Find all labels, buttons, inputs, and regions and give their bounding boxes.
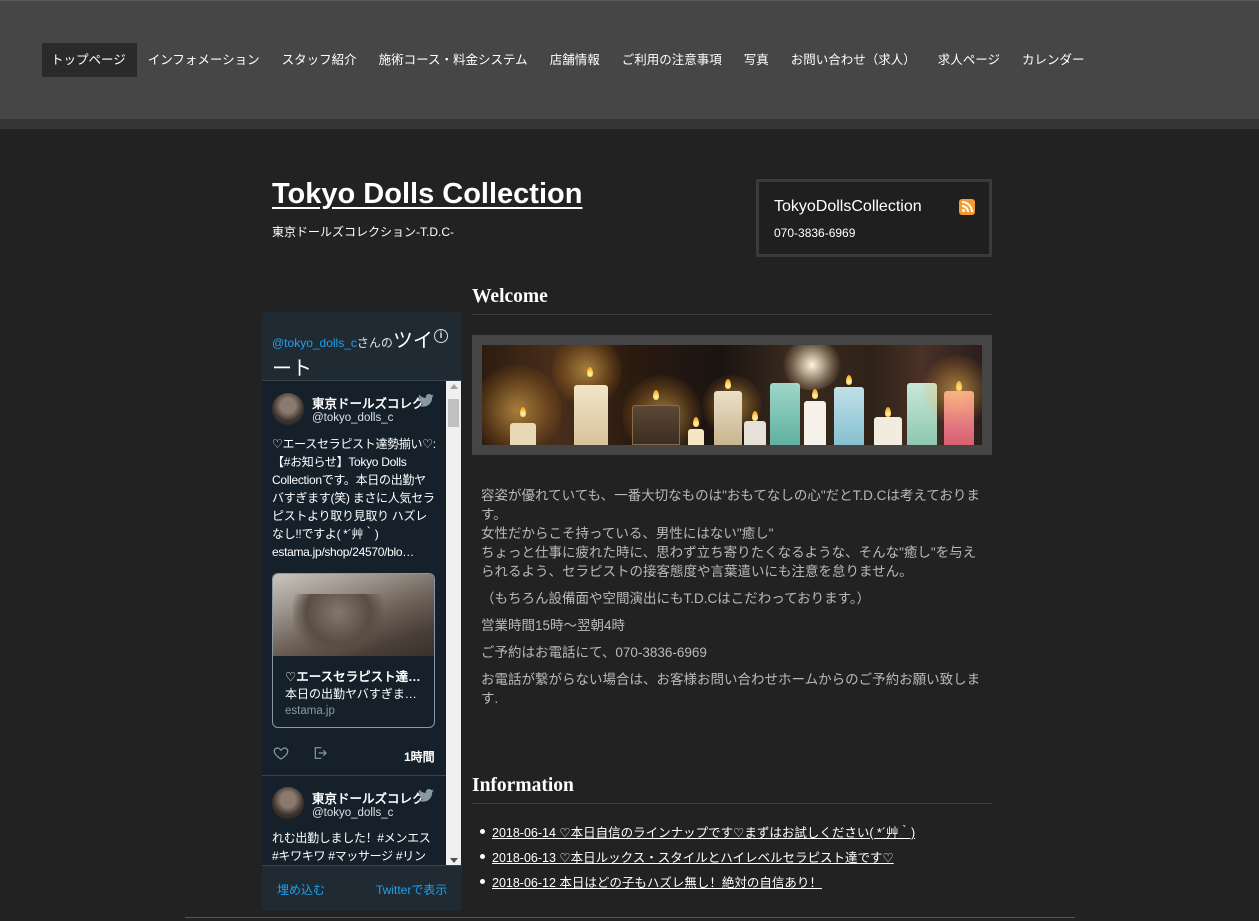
- reservation-phone: ご予約はお電話にて、070-3836-6969: [481, 645, 707, 660]
- nav-item-staff[interactable]: スタッフ紹介: [273, 43, 368, 77]
- info-icon[interactable]: i: [434, 329, 448, 343]
- twitter-heading-part1: ツイ: [392, 330, 433, 352]
- card-description: 本日の出勤ヤバすぎま…: [285, 687, 417, 701]
- tweet-divider: [262, 775, 446, 776]
- nav-item-contact[interactable]: お問い合わせ（求人）: [782, 43, 927, 77]
- tweet-timestamp[interactable]: 1時間: [404, 748, 435, 765]
- twitter-timeline-body[interactable]: 東京ドールズコレク @tokyo_dolls_c ♡エースセラピスト達勢揃い♡:…: [262, 380, 462, 865]
- nav-item-top[interactable]: トップページ: [42, 43, 137, 77]
- information-link[interactable]: 2018-06-12 本日はどの子もハズレ無し！絶対の自信あり！: [492, 876, 822, 890]
- list-item: 2018-06-13 ♡本日ルックス・スタイルとハイレベルセラピスト達です♡: [479, 847, 915, 872]
- contact-box: TokyoDollsCollection 070-3836-6969: [756, 179, 992, 257]
- twitter-handle-suffix: さんの: [356, 336, 393, 350]
- tweet-link-card[interactable]: ♡エースセラピスト達… 本日の出勤ヤバすぎま… estama.jp: [272, 573, 435, 728]
- nav-item-shop-info[interactable]: 店舗情報: [541, 43, 611, 77]
- tweet-author-name[interactable]: 東京ドールズコレク: [312, 788, 422, 807]
- topbar-shadow: [0, 119, 1259, 129]
- twitter-widget-header: @tokyo_dolls_cさんのツイート i: [262, 312, 462, 380]
- twitter-bird-icon: [418, 789, 434, 802]
- main-nav: トップページ インフォメーション スタッフ紹介 施術コース・料金システム 店舗情…: [42, 43, 1098, 77]
- twitter-widget-footer: 埋め込む Twitterで表示: [262, 865, 462, 911]
- nav-item-information[interactable]: インフォメーション: [139, 43, 271, 77]
- card-domain: estama.jp: [285, 705, 335, 717]
- business-hours: 営業時間15時～翌朝4時: [481, 618, 626, 633]
- heart-icon[interactable]: [273, 745, 289, 761]
- twitter-widget-title: @tokyo_dolls_cさんのツイート: [272, 328, 437, 384]
- nav-item-notes[interactable]: ご利用の注意事項: [613, 43, 733, 77]
- nav-item-courses[interactable]: 施術コース・料金システム: [370, 43, 539, 77]
- twitter-timeline-widget: @tokyo_dolls_cさんのツイ ート i 東京ドールズコレク @tokyo…: [262, 312, 462, 911]
- avatar[interactable]: [272, 393, 304, 425]
- twitter-scrollbar[interactable]: [446, 381, 461, 865]
- avatar[interactable]: [272, 787, 304, 819]
- top-navigation-bar: トップページ インフォメーション スタッフ紹介 施術コース・料金システム 店舗情…: [0, 0, 1259, 119]
- nav-item-photos[interactable]: 写真: [735, 43, 780, 77]
- welcome-paragraph-1: 容姿が優れていても、一番大切なものは"おもてなしの心"だとT.D.Cは考えており…: [481, 488, 980, 522]
- information-link[interactable]: 2018-06-14 ♡本日自信のラインナップです♡まずはお試しください( *´…: [492, 826, 915, 840]
- tweet-author-handle[interactable]: @tokyo_dolls_c: [312, 807, 393, 819]
- tweet-author-handle[interactable]: @tokyo_dolls_c: [312, 412, 393, 424]
- twitter-heading-part2: ート: [272, 358, 312, 380]
- embed-link[interactable]: 埋め込む: [277, 881, 325, 898]
- welcome-paragraph-7: お電話が繋がらない場合は、お客様お問い合わせホームからのご予約お願い致します.: [481, 672, 981, 706]
- banner-frame: [472, 335, 992, 455]
- site-title-link[interactable]: Tokyo Dolls Collection: [272, 178, 582, 211]
- scroll-down-arrow-icon[interactable]: [450, 858, 458, 863]
- information-list: 2018-06-14 ♡本日自信のラインナップです♡まずはお試しください( *´…: [479, 822, 915, 897]
- view-on-twitter-link[interactable]: Twitterで表示: [376, 881, 447, 898]
- information-link[interactable]: 2018-06-13 ♡本日ルックス・スタイルとハイレベルセラピスト達です♡: [492, 851, 894, 865]
- contact-phone: 070-3836-6969: [774, 226, 856, 240]
- welcome-paragraph-4: （もちろん設備面や空間演出にもT.D.Cはこだわっております。）: [481, 591, 871, 606]
- nav-item-recruit[interactable]: 求人ページ: [929, 43, 1011, 77]
- footer-divider: [185, 917, 1075, 921]
- contact-name: TokyoDollsCollection: [774, 198, 922, 215]
- tweet-text: れむ出勤しました！#メンエス #キワキワ #マッサージ #リン: [272, 831, 431, 863]
- candles-banner-image: [482, 345, 982, 445]
- list-item: 2018-06-14 ♡本日自信のラインナップです♡まずはお試しください( *´…: [479, 822, 915, 847]
- information-heading: Information: [472, 775, 574, 796]
- scroll-up-arrow-icon[interactable]: [450, 384, 458, 389]
- welcome-paragraph-3: ちょっと仕事に疲れた時に、思わず立ち寄りたくなるような、そんな"癒し"を与えられ…: [481, 545, 977, 579]
- tweet-author-name[interactable]: 東京ドールズコレク: [312, 393, 422, 412]
- welcome-paragraph-2: 女性だからこそ持っている、男性にはない"癒し": [481, 526, 774, 541]
- list-item: 2018-06-12 本日はどの子もハズレ無し！絶対の自信あり！: [479, 872, 915, 897]
- welcome-heading: Welcome: [472, 286, 548, 307]
- nav-item-calendar[interactable]: カレンダー: [1013, 43, 1096, 77]
- card-title: ♡エースセラピスト達…: [285, 670, 421, 684]
- twitter-handle-link[interactable]: @tokyo_dolls_c: [272, 336, 357, 350]
- scrollbar-thumb[interactable]: [448, 399, 459, 427]
- twitter-bird-icon: [418, 394, 434, 407]
- share-icon[interactable]: [312, 745, 328, 761]
- tweet-link[interactable]: estama.jp/shop/24570/blo…: [272, 545, 414, 559]
- welcome-divider: [472, 314, 992, 315]
- card-image: [273, 574, 434, 656]
- rss-icon[interactable]: [959, 199, 975, 215]
- information-divider: [472, 803, 992, 804]
- tweet-text: ♡エースセラピスト達勢揃い♡: 【#お知らせ】Tokyo Dolls Colle…: [272, 437, 436, 559]
- site-tagline: 東京ドールズコレクション-T.D.C-: [272, 225, 454, 239]
